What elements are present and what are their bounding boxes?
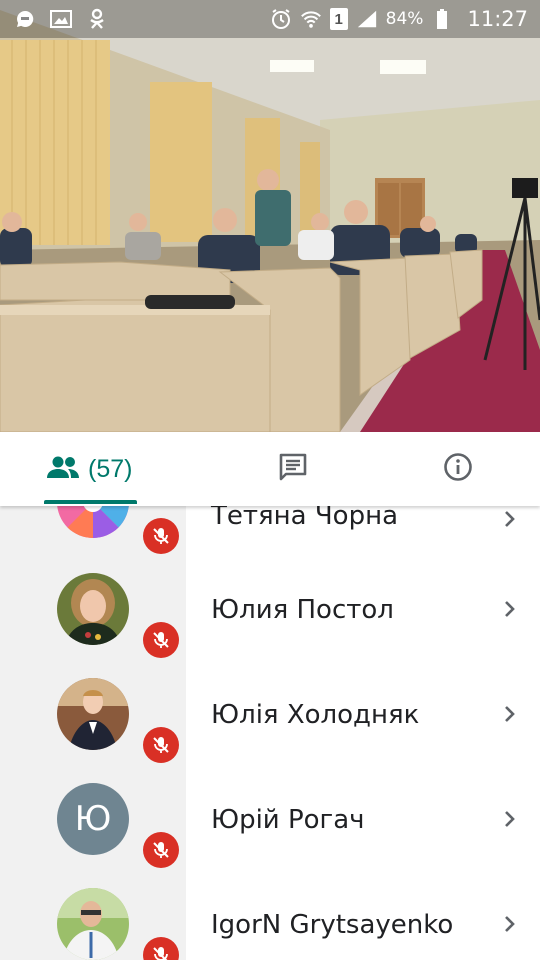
list-item[interactable]: Ю Юрій Рогач xyxy=(0,776,540,881)
participant-name: Юлія Холодняк xyxy=(211,700,420,730)
avatar xyxy=(57,888,129,960)
battery-percent: 84% xyxy=(385,9,424,29)
status-bar: 1 84% 11:27 xyxy=(0,0,540,38)
info-icon xyxy=(443,452,473,487)
chevron-right-icon[interactable] xyxy=(499,598,521,620)
chevron-right-icon[interactable] xyxy=(499,703,521,725)
tab-info[interactable] xyxy=(375,432,540,506)
chevron-right-icon[interactable] xyxy=(499,508,521,530)
participant-name: Юлия Постол xyxy=(211,595,394,625)
muted-mic-icon xyxy=(143,727,179,763)
list-item[interactable]: Юлия Постол xyxy=(0,566,540,671)
system-icons: 1 84% 11:27 xyxy=(270,7,528,31)
participant-name: IgorN Grytsayenko xyxy=(211,910,454,940)
avatar xyxy=(57,573,129,645)
active-tab-indicator xyxy=(44,500,137,504)
avatar: Ю xyxy=(57,783,129,855)
muted-mic-icon xyxy=(143,622,179,658)
battery-icon xyxy=(431,8,453,30)
messenger-icon xyxy=(14,8,36,30)
odnoklassniki-icon xyxy=(86,8,108,30)
muted-mic-icon xyxy=(143,832,179,868)
list-item[interactable]: Тетяна Чорна xyxy=(0,506,540,566)
people-icon xyxy=(46,455,80,484)
list-item[interactable]: IgorN Grytsayenko xyxy=(0,881,540,960)
avatar xyxy=(57,506,129,538)
meeting-tab-bar: (57) xyxy=(0,432,540,506)
participant-name: Тетяна Чорна xyxy=(211,506,399,531)
conference-room-scene xyxy=(0,0,540,432)
muted-mic-icon xyxy=(143,937,179,960)
video-feed[interactable] xyxy=(0,0,540,432)
participant-name: Юрій Рогач xyxy=(211,805,365,835)
participant-list[interactable]: Тетяна Чорна Юлия Постол Юлія Холодняк Ю… xyxy=(0,506,540,960)
wifi-icon xyxy=(300,8,322,30)
chevron-right-icon[interactable] xyxy=(499,913,521,935)
sim-icon: 1 xyxy=(329,8,348,30)
tab-participants[interactable]: (57) xyxy=(0,432,211,506)
clock: 11:27 xyxy=(467,7,528,31)
avatar xyxy=(57,678,129,750)
chevron-right-icon[interactable] xyxy=(499,808,521,830)
gallery-icon xyxy=(50,8,72,30)
muted-mic-icon xyxy=(143,518,179,554)
alarm-icon xyxy=(270,8,292,30)
chat-icon xyxy=(278,453,308,486)
tab-chat[interactable] xyxy=(211,432,376,506)
signal-icon xyxy=(356,8,378,30)
notification-icons xyxy=(14,8,108,30)
participants-count: (57) xyxy=(88,454,133,483)
list-item[interactable]: Юлія Холодняк xyxy=(0,671,540,776)
